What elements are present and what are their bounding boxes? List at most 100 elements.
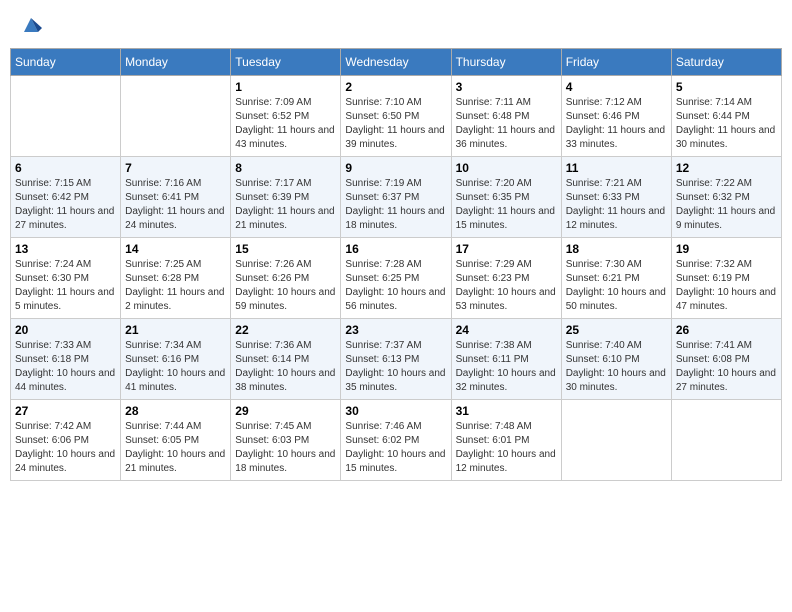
day-number: 6 — [15, 161, 116, 175]
day-header-sunday: Sunday — [11, 49, 121, 76]
day-info: Sunrise: 7:37 AMSunset: 6:13 PMDaylight:… — [345, 339, 446, 395]
day-info: Sunrise: 7:42 AMSunset: 6:06 PMDaylight:… — [15, 420, 116, 476]
day-info: Sunrise: 7:34 AMSunset: 6:16 PMDaylight:… — [125, 339, 226, 395]
day-number: 23 — [345, 323, 446, 337]
day-info: Sunrise: 7:46 AMSunset: 6:02 PMDaylight:… — [345, 420, 446, 476]
calendar-header-row: SundayMondayTuesdayWednesdayThursdayFrid… — [11, 49, 782, 76]
calendar-week-4: 20 Sunrise: 7:33 AMSunset: 6:18 PMDayligh… — [11, 319, 782, 400]
calendar-cell: 30 Sunrise: 7:46 AMSunset: 6:02 PMDayligh… — [341, 400, 451, 481]
day-info: Sunrise: 7:17 AMSunset: 6:39 PMDaylight:… — [235, 177, 336, 233]
day-number: 26 — [676, 323, 777, 337]
day-info: Sunrise: 7:33 AMSunset: 6:18 PMDaylight:… — [15, 339, 116, 395]
calendar-cell: 16 Sunrise: 7:28 AMSunset: 6:25 PMDayligh… — [341, 238, 451, 319]
calendar-cell: 28Sunrise: 7:44 AMSunset: 6:05 PMDayligh… — [121, 400, 231, 481]
day-number: 10 — [456, 161, 557, 175]
day-number: 8 — [235, 161, 336, 175]
day-info: Sunrise: 7:19 AMSunset: 6:37 PMDaylight:… — [345, 177, 446, 233]
calendar-cell: 20 Sunrise: 7:33 AMSunset: 6:18 PMDayligh… — [11, 319, 121, 400]
calendar-cell: 22 Sunrise: 7:36 AMSunset: 6:14 PMDayligh… — [231, 319, 341, 400]
day-info: Sunrise: 7:26 AMSunset: 6:26 PMDaylight:… — [235, 258, 336, 314]
calendar-cell: 23 Sunrise: 7:37 AMSunset: 6:13 PMDayligh… — [341, 319, 451, 400]
day-info: Sunrise: 7:48 AMSunset: 6:01 PMDaylight:… — [456, 420, 557, 476]
day-info: Sunrise: 7:12 AMSunset: 6:46 PMDaylight:… — [566, 96, 667, 152]
day-number: 13 — [15, 242, 116, 256]
calendar-cell: 6 Sunrise: 7:15 AMSunset: 6:42 PMDaylight… — [11, 157, 121, 238]
day-info: Sunrise: 7:24 AMSunset: 6:30 PMDaylight:… — [15, 258, 116, 314]
day-info: Sunrise: 7:15 AMSunset: 6:42 PMDaylight:… — [15, 177, 116, 233]
day-number: 29 — [235, 404, 336, 418]
day-header-wednesday: Wednesday — [341, 49, 451, 76]
calendar-cell: 26 Sunrise: 7:41 AMSunset: 6:08 PMDayligh… — [671, 319, 781, 400]
calendar-cell: 4Sunrise: 7:12 AMSunset: 6:46 PMDaylight… — [561, 76, 671, 157]
day-number: 16 — [345, 242, 446, 256]
day-info: Sunrise: 7:25 AMSunset: 6:28 PMDaylight:… — [125, 258, 226, 314]
calendar-cell: 19 Sunrise: 7:32 AMSunset: 6:19 PMDayligh… — [671, 238, 781, 319]
logo — [18, 14, 42, 36]
day-info: Sunrise: 7:21 AMSunset: 6:33 PMDaylight:… — [566, 177, 667, 233]
day-header-friday: Friday — [561, 49, 671, 76]
calendar-week-1: 1Sunrise: 7:09 AMSunset: 6:52 PMDaylight… — [11, 76, 782, 157]
day-info: Sunrise: 7:45 AMSunset: 6:03 PMDaylight:… — [235, 420, 336, 476]
day-number: 24 — [456, 323, 557, 337]
day-number: 27 — [15, 404, 116, 418]
calendar-cell: 9 Sunrise: 7:19 AMSunset: 6:37 PMDaylight… — [341, 157, 451, 238]
calendar-week-2: 6 Sunrise: 7:15 AMSunset: 6:42 PMDaylight… — [11, 157, 782, 238]
day-number: 11 — [566, 161, 667, 175]
day-info: Sunrise: 7:14 AMSunset: 6:44 PMDaylight:… — [676, 96, 777, 152]
day-number: 25 — [566, 323, 667, 337]
day-number: 2 — [345, 80, 446, 94]
day-number: 31 — [456, 404, 557, 418]
calendar-cell: 31 Sunrise: 7:48 AMSunset: 6:01 PMDayligh… — [451, 400, 561, 481]
calendar-cell: 12Sunrise: 7:22 AMSunset: 6:32 PMDayligh… — [671, 157, 781, 238]
day-info: Sunrise: 7:36 AMSunset: 6:14 PMDaylight:… — [235, 339, 336, 395]
calendar-table: SundayMondayTuesdayWednesdayThursdayFrid… — [10, 48, 782, 481]
day-info: Sunrise: 7:29 AMSunset: 6:23 PMDaylight:… — [456, 258, 557, 314]
day-header-monday: Monday — [121, 49, 231, 76]
day-number: 15 — [235, 242, 336, 256]
calendar-cell: 29 Sunrise: 7:45 AMSunset: 6:03 PMDayligh… — [231, 400, 341, 481]
day-number: 21 — [125, 323, 226, 337]
day-number: 17 — [456, 242, 557, 256]
day-header-saturday: Saturday — [671, 49, 781, 76]
calendar-cell — [11, 76, 121, 157]
calendar-cell: 15 Sunrise: 7:26 AMSunset: 6:26 PMDayligh… — [231, 238, 341, 319]
day-number: 22 — [235, 323, 336, 337]
calendar-cell: 2 Sunrise: 7:10 AMSunset: 6:50 PMDaylight… — [341, 76, 451, 157]
day-info: Sunrise: 7:30 AMSunset: 6:21 PMDaylight:… — [566, 258, 667, 314]
calendar-week-5: 27 Sunrise: 7:42 AMSunset: 6:06 PMDayligh… — [11, 400, 782, 481]
day-number: 30 — [345, 404, 446, 418]
calendar-week-3: 13 Sunrise: 7:24 AMSunset: 6:30 PMDayligh… — [11, 238, 782, 319]
logo-icon — [20, 14, 42, 36]
day-number: 28 — [125, 404, 226, 418]
calendar-cell — [671, 400, 781, 481]
calendar-cell: 13 Sunrise: 7:24 AMSunset: 6:30 PMDayligh… — [11, 238, 121, 319]
day-info: Sunrise: 7:09 AMSunset: 6:52 PMDaylight:… — [235, 96, 336, 152]
calendar-cell — [121, 76, 231, 157]
day-number: 19 — [676, 242, 777, 256]
calendar-cell: 14 Sunrise: 7:25 AMSunset: 6:28 PMDayligh… — [121, 238, 231, 319]
day-number: 14 — [125, 242, 226, 256]
day-info: Sunrise: 7:32 AMSunset: 6:19 PMDaylight:… — [676, 258, 777, 314]
day-number: 20 — [15, 323, 116, 337]
day-number: 12 — [676, 161, 777, 175]
day-info: Sunrise: 7:41 AMSunset: 6:08 PMDaylight:… — [676, 339, 777, 395]
day-header-thursday: Thursday — [451, 49, 561, 76]
calendar-cell: 3 Sunrise: 7:11 AMSunset: 6:48 PMDaylight… — [451, 76, 561, 157]
day-number: 3 — [456, 80, 557, 94]
calendar-cell: 10Sunrise: 7:20 AMSunset: 6:35 PMDayligh… — [451, 157, 561, 238]
day-info: Sunrise: 7:28 AMSunset: 6:25 PMDaylight:… — [345, 258, 446, 314]
day-info: Sunrise: 7:16 AMSunset: 6:41 PMDaylight:… — [125, 177, 226, 233]
calendar-cell: 17 Sunrise: 7:29 AMSunset: 6:23 PMDayligh… — [451, 238, 561, 319]
day-info: Sunrise: 7:38 AMSunset: 6:11 PMDaylight:… — [456, 339, 557, 395]
day-number: 5 — [676, 80, 777, 94]
calendar-cell: 8 Sunrise: 7:17 AMSunset: 6:39 PMDaylight… — [231, 157, 341, 238]
calendar-cell: 27 Sunrise: 7:42 AMSunset: 6:06 PMDayligh… — [11, 400, 121, 481]
day-header-tuesday: Tuesday — [231, 49, 341, 76]
calendar-cell: 18Sunrise: 7:30 AMSunset: 6:21 PMDayligh… — [561, 238, 671, 319]
day-number: 7 — [125, 161, 226, 175]
calendar-cell: 25Sunrise: 7:40 AMSunset: 6:10 PMDayligh… — [561, 319, 671, 400]
day-info: Sunrise: 7:10 AMSunset: 6:50 PMDaylight:… — [345, 96, 446, 152]
day-number: 9 — [345, 161, 446, 175]
calendar-cell: 21 Sunrise: 7:34 AMSunset: 6:16 PMDayligh… — [121, 319, 231, 400]
day-info: Sunrise: 7:11 AMSunset: 6:48 PMDaylight:… — [456, 96, 557, 152]
